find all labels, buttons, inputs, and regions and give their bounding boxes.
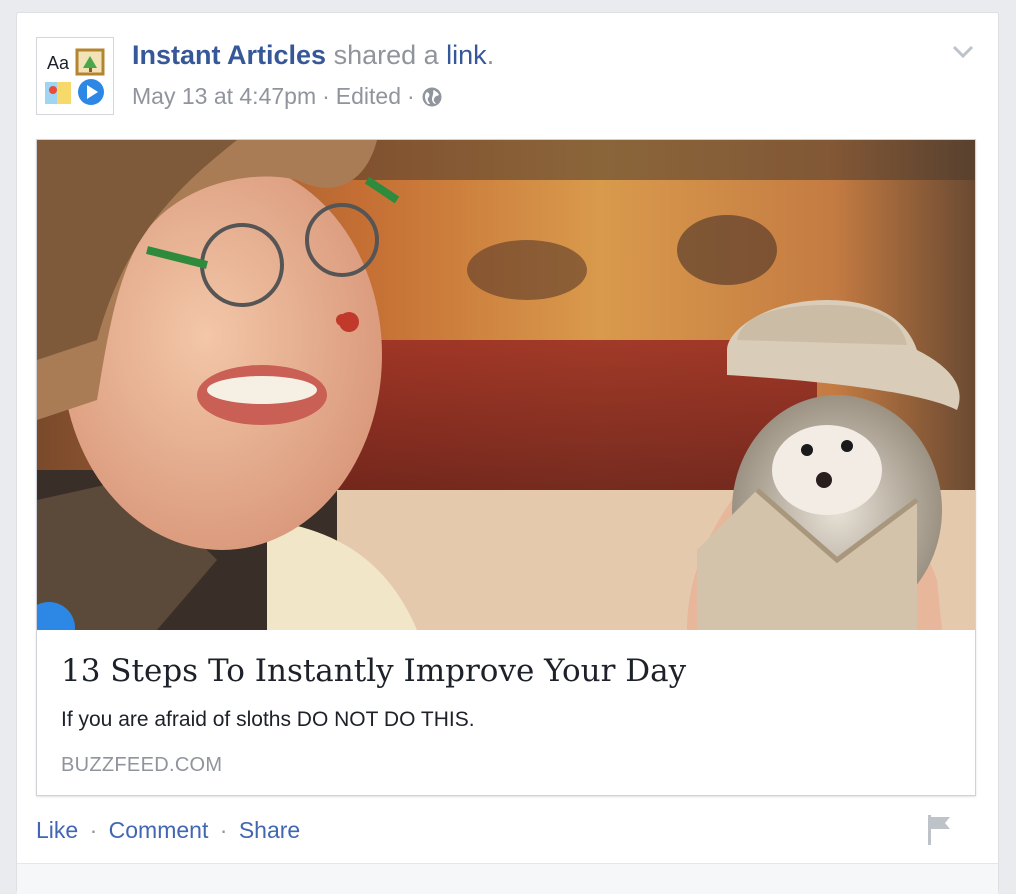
attachment-description: If you are afraid of sloths DO NOT DO TH…	[61, 708, 475, 731]
comments-area	[17, 863, 998, 894]
page-avatar[interactable]: Aa	[36, 37, 114, 115]
link-attachment[interactable]: 13 Steps To Instantly Improve Your Day I…	[36, 139, 976, 796]
like-button[interactable]: Like	[36, 817, 78, 843]
header-period: .	[486, 40, 495, 70]
author-link[interactable]: Instant Articles	[132, 40, 326, 70]
meta-separator: ·	[322, 83, 330, 109]
svg-text:Aa: Aa	[47, 53, 70, 73]
chevron-down-icon[interactable]	[950, 41, 976, 61]
share-button[interactable]: Share	[239, 817, 300, 843]
action-separator: ·	[89, 817, 98, 843]
feed-story: Aa Instant Articles shared a link. May 1…	[16, 12, 999, 894]
story-meta: May 13 at 4:47pm · Edited ·	[132, 83, 443, 110]
globe-icon[interactable]	[421, 86, 443, 108]
shared-link[interactable]: link	[446, 40, 487, 70]
attachment-title[interactable]: 13 Steps To Instantly Improve Your Day	[61, 653, 686, 689]
story-header: Instant Articles shared a link.	[132, 40, 494, 71]
meta-separator: ·	[407, 83, 415, 109]
story-actions: Like · Comment · Share	[36, 817, 300, 844]
action-separator: ·	[219, 817, 228, 843]
shared-verb: shared a	[333, 40, 439, 70]
instant-articles-logo-icon: Aa	[45, 48, 105, 105]
comment-button[interactable]: Comment	[109, 817, 209, 843]
timestamp-link[interactable]: May 13 at 4:47pm	[132, 83, 316, 110]
edited-link[interactable]: Edited	[336, 83, 401, 110]
flag-icon[interactable]	[924, 813, 954, 847]
attachment-domain: BUZZFEED.COM	[61, 754, 223, 776]
hero-image[interactable]	[37, 140, 975, 630]
